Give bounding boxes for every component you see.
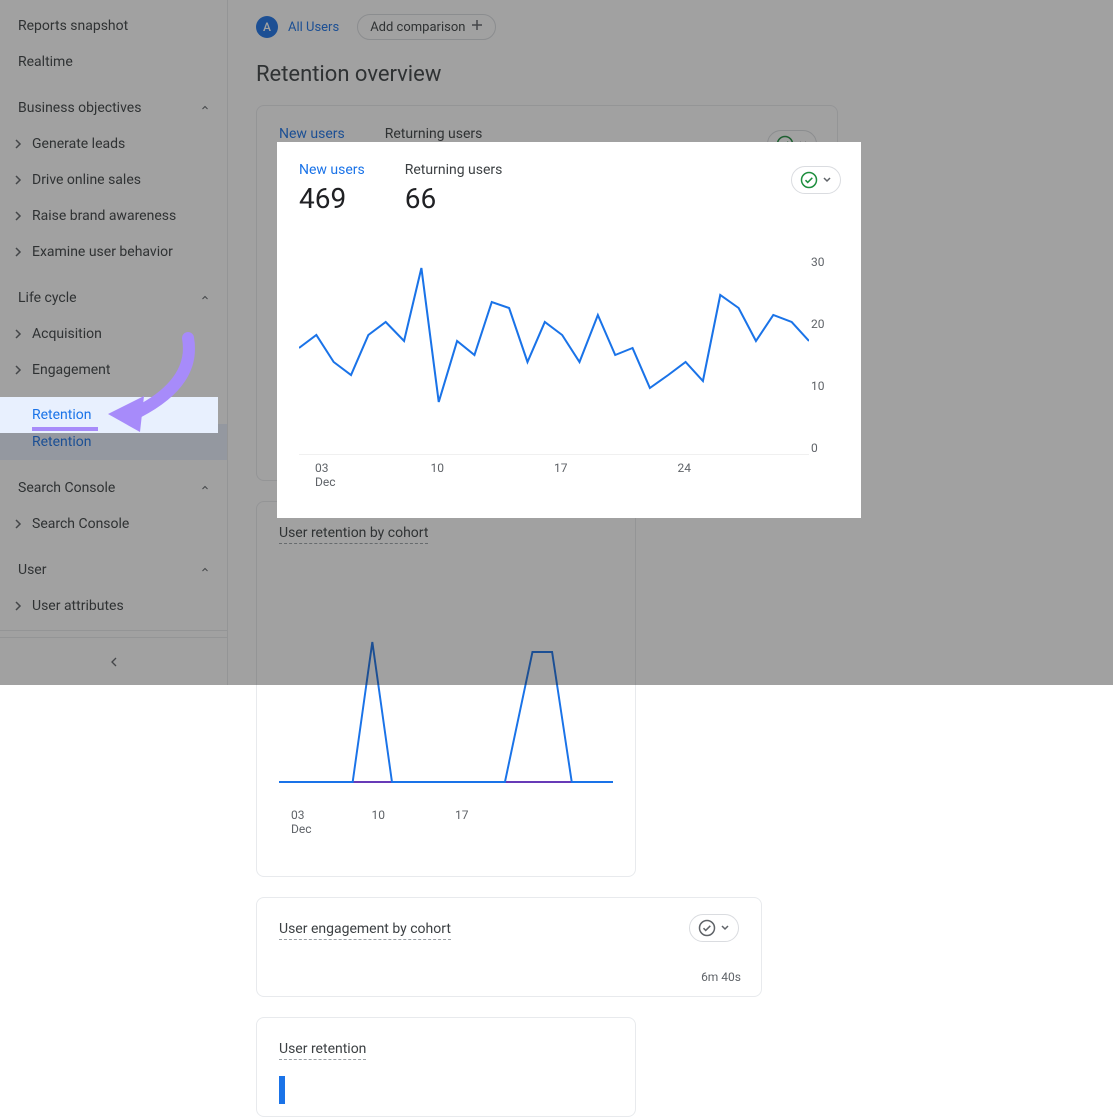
chevron-up-icon — [199, 292, 211, 304]
caret-right-icon — [14, 329, 22, 339]
card-user-engagement-by-cohort: User engagement by cohort 6m 40s — [256, 897, 762, 997]
sidebar: Reports snapshot Realtime Business objec… — [0, 0, 228, 685]
sidebar-item-drive-online-sales[interactable]: Drive online sales — [0, 162, 227, 198]
metric-new-users-label[interactable]: New users — [279, 126, 345, 142]
sidebar-item-reports-snapshot[interactable]: Reports snapshot — [0, 8, 227, 44]
segment-all-users[interactable]: All Users — [288, 20, 339, 35]
chart-new-users: 30 20 10 0 — [299, 255, 809, 455]
x-tick: 17 — [554, 461, 568, 490]
sidebar-item-user-attributes[interactable]: User attributes — [0, 588, 227, 624]
x-tick: 17 — [455, 808, 469, 837]
sidebar-section-life-cycle[interactable]: Life cycle — [0, 280, 227, 316]
sidebar-item-library[interactable]: Library — [0, 630, 227, 637]
chevron-up-icon — [199, 102, 211, 114]
sidebar-item-acquisition[interactable]: Acquisition — [0, 316, 227, 352]
sidebar-section-search-console[interactable]: Search Console — [0, 470, 227, 506]
sidebar-item-examine-user-behavior[interactable]: Examine user behavior — [0, 234, 227, 270]
card-title[interactable]: User retention by cohort — [279, 525, 428, 544]
metric-new-users-label: New users — [299, 162, 365, 178]
x-tick: 03 Dec — [315, 461, 336, 490]
caret-right-icon — [14, 601, 22, 611]
caret-right-icon — [14, 139, 22, 149]
quality-check-dropdown[interactable] — [689, 914, 739, 942]
retention-bar-indicator — [279, 1076, 285, 1104]
chart-retention-cohort — [279, 622, 613, 802]
y-tick: 20 — [811, 317, 837, 331]
sidebar-item-search-console[interactable]: Search Console — [0, 506, 227, 542]
sidebar-item-realtime[interactable]: Realtime — [0, 44, 227, 80]
x-tick: 24 — [678, 461, 692, 490]
y-tick: 30 — [811, 255, 837, 269]
caret-right-icon — [14, 175, 22, 185]
metric-returning-users-label[interactable]: Returning users — [385, 126, 483, 142]
annotation-main-card-highlight: New users 469 Returning users 66 30 20 1… — [277, 142, 861, 518]
chevron-left-icon — [106, 654, 122, 670]
add-comparison-button[interactable]: Add comparison — [357, 14, 496, 40]
plus-icon — [471, 19, 483, 35]
metric-returning-users-value: 66 — [405, 182, 503, 215]
segment-avatar-badge[interactable]: A — [256, 16, 278, 38]
topbar: A All Users Add comparison — [228, 0, 1113, 54]
sidebar-item-engagement[interactable]: Engagement — [0, 352, 227, 388]
caret-right-icon — [14, 365, 22, 375]
sidebar-collapse-button[interactable] — [0, 637, 227, 685]
x-tick: 10 — [372, 808, 386, 837]
x-tick: 03 Dec — [291, 808, 312, 837]
caret-right-icon — [14, 519, 22, 529]
duration-value: 6m 40s — [701, 970, 741, 984]
card-title[interactable]: User retention — [279, 1041, 366, 1060]
metric-returning-users-label: Returning users — [405, 162, 503, 178]
card-user-retention: User retention — [256, 1017, 636, 1117]
card-user-retention-by-cohort: User retention by cohort 03 Dec 10 17 — [256, 501, 636, 877]
page-title: Retention overview — [228, 54, 1113, 105]
caret-down-icon — [720, 923, 730, 933]
sidebar-item-raise-brand-awareness[interactable]: Raise brand awareness — [0, 198, 227, 234]
x-tick: 10 — [431, 461, 445, 490]
sidebar-item-generate-leads[interactable]: Generate leads — [0, 126, 227, 162]
y-tick: 0 — [811, 441, 837, 455]
check-circle-icon — [698, 919, 716, 937]
sidebar-section-user[interactable]: User — [0, 552, 227, 588]
y-tick: 10 — [811, 379, 837, 393]
chevron-up-icon — [199, 482, 211, 494]
chevron-up-icon — [199, 564, 211, 576]
caret-down-icon — [822, 175, 832, 185]
card-title[interactable]: User engagement by cohort — [279, 921, 451, 940]
caret-right-icon — [14, 211, 22, 221]
annotation-sidebar-retention-highlight: Retention — [0, 397, 218, 433]
metric-new-users-value: 469 — [299, 182, 365, 215]
caret-right-icon — [14, 247, 22, 257]
check-circle-icon — [800, 171, 818, 189]
sidebar-section-business-objectives[interactable]: Business objectives — [0, 90, 227, 126]
quality-check-dropdown[interactable] — [791, 166, 841, 194]
